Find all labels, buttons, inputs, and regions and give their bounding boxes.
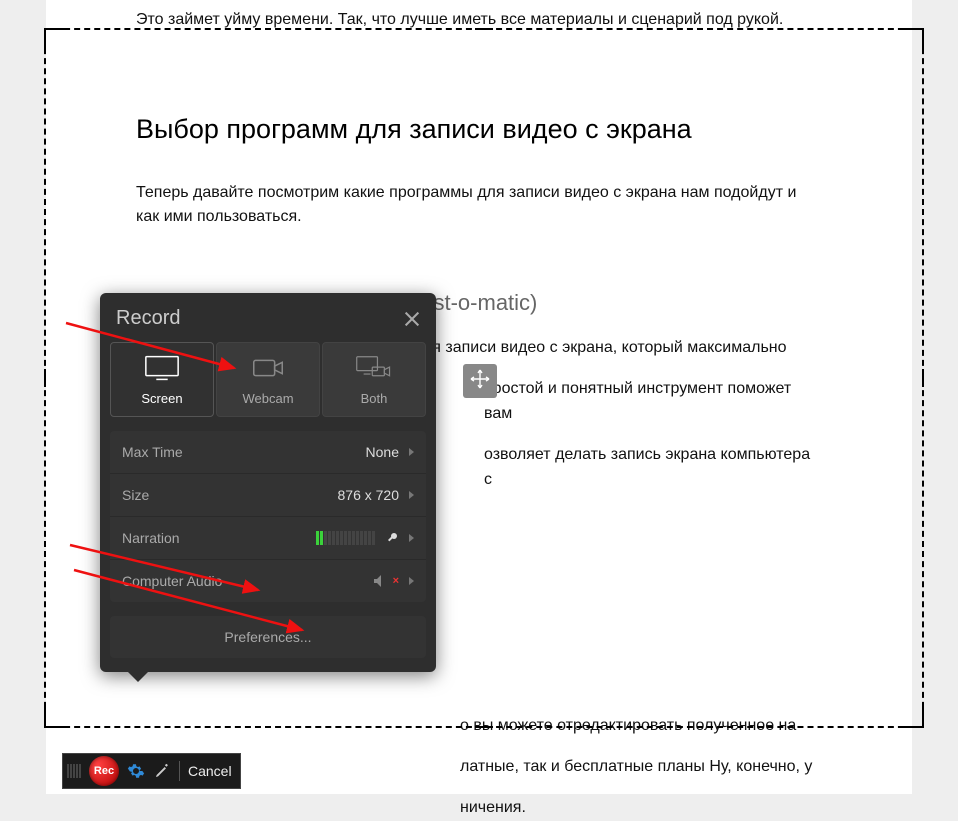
narration-label: Narration <box>122 530 180 546</box>
monitor-icon <box>143 355 181 381</box>
preferences-label: Preferences... <box>224 629 311 645</box>
tab-both-label: Both <box>361 391 388 406</box>
record-panel: Record Screen Webcam <box>100 293 436 672</box>
speaker-muted-icon: × <box>373 574 399 588</box>
section-heading: Выбор программ для записи видео с экрана <box>136 109 822 151</box>
settings-rows: Max Time None Size 876 x 720 Narration C… <box>110 431 426 602</box>
both-icon <box>355 355 393 381</box>
webcam-icon <box>249 355 287 381</box>
move-icon <box>469 368 491 395</box>
maxtime-value: None <box>366 444 399 460</box>
row-size[interactable]: Size 876 x 720 <box>110 474 426 517</box>
toolbar-audio-meter <box>67 764 81 778</box>
paragraph-1: Теперь давайте посмотрим какие программы… <box>136 181 822 231</box>
record-button[interactable]: Rec <box>89 756 119 786</box>
recorder-toolbar: Rec Cancel <box>62 753 241 789</box>
tab-both[interactable]: Both <box>322 342 426 417</box>
toolbar-divider <box>179 761 180 781</box>
pencil-icon[interactable] <box>153 762 171 780</box>
row-max-time[interactable]: Max Time None <box>110 431 426 474</box>
row-computer-audio[interactable]: Computer Audio × <box>110 560 426 602</box>
preferences-button[interactable]: Preferences... <box>110 616 426 658</box>
resize-handle-right[interactable] <box>922 369 924 387</box>
close-icon[interactable] <box>404 311 420 327</box>
panel-title: Record <box>116 307 180 330</box>
computer-audio-label: Computer Audio <box>122 573 222 589</box>
cancel-button[interactable]: Cancel <box>188 763 232 779</box>
cancel-label: Cancel <box>188 763 232 779</box>
paragraph-2b: простой и понятный инструмент поможет ва… <box>484 377 822 427</box>
maxtime-label: Max Time <box>122 444 183 460</box>
size-label: Size <box>122 487 149 503</box>
tab-webcam-label: Webcam <box>242 391 293 406</box>
tab-screen[interactable]: Screen <box>110 342 214 417</box>
paragraph-3a: о вы можете отредактировать полученное н… <box>460 714 822 739</box>
tab-webcam[interactable]: Webcam <box>216 342 320 417</box>
gear-icon[interactable] <box>127 762 145 780</box>
mic-level-meter <box>316 531 375 545</box>
paragraph-2c: озволяет делать запись экрана компьютера… <box>484 443 822 493</box>
chevron-right-icon <box>409 534 414 542</box>
size-value: 876 x 720 <box>338 487 400 503</box>
tab-screen-label: Screen <box>141 391 182 406</box>
record-label: Rec <box>94 765 114 777</box>
chevron-right-icon <box>409 577 414 585</box>
intro-text: Это займет уйму времени. Так, что лучше … <box>136 0 822 33</box>
microphone-icon <box>385 531 399 545</box>
paragraph-3b: латные, так и бесплатные планы Ну, конеч… <box>460 755 822 780</box>
move-handle[interactable] <box>463 364 497 398</box>
paragraph-3c: ничения. <box>460 796 822 821</box>
muted-x-icon: × <box>393 575 399 587</box>
row-narration[interactable]: Narration <box>110 517 426 560</box>
panel-pointer <box>128 672 148 682</box>
chevron-right-icon <box>409 448 414 456</box>
chevron-right-icon <box>409 491 414 499</box>
